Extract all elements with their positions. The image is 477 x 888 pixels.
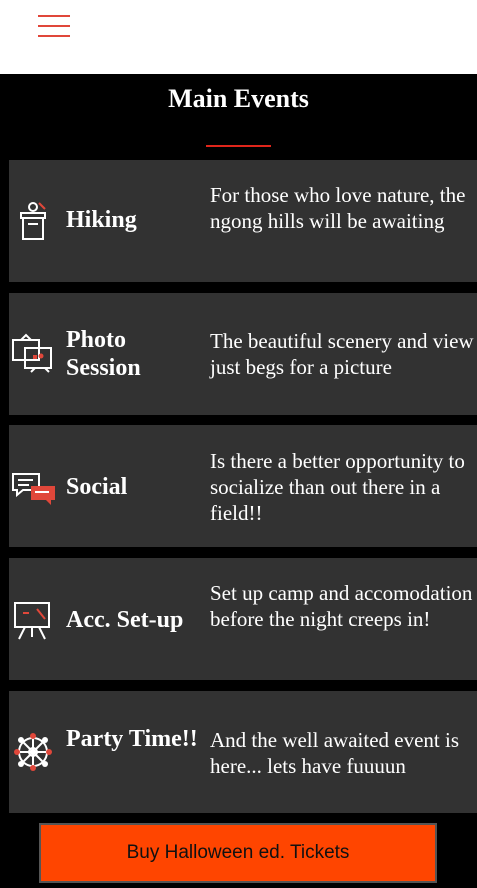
event-name: Acc. Set-up: [66, 607, 184, 633]
network-wheel-icon: [14, 733, 52, 771]
event-description: The beautiful scenery and view just begs…: [210, 329, 474, 379]
event-card-party-time: Party Time!! And the well awaited event …: [9, 691, 477, 813]
event-name: Social: [66, 474, 128, 500]
presentation-easel-icon: [14, 602, 50, 640]
event-name: Party Time!!: [66, 726, 198, 752]
event-name: Hiking: [66, 207, 137, 233]
section-title: Main Events: [168, 84, 309, 113]
event-name: Photo Session: [66, 327, 141, 381]
event-description: And the well awaited event is here... le…: [210, 728, 460, 778]
photo-frames-icon: [12, 333, 52, 373]
top-bar: [0, 0, 477, 74]
event-card-photo-session: Photo Session The beautiful scenery and …: [9, 293, 477, 415]
title-underline: [206, 145, 271, 147]
hamburger-menu-icon[interactable]: [38, 14, 70, 38]
lectern-icon: [20, 202, 46, 240]
event-description: For those who love nature, the ngong hil…: [210, 183, 466, 233]
event-description: Is there a better opportunity to sociali…: [210, 449, 465, 525]
event-description: Set up camp and accomodation before the …: [210, 581, 473, 631]
event-card-social: Social Is there a better opportunity to …: [9, 425, 477, 547]
buy-tickets-button[interactable]: Buy Halloween ed. Tickets: [39, 823, 437, 883]
event-card-hiking: Hiking For those who love nature, the ng…: [9, 160, 477, 282]
chat-bubbles-icon: [12, 473, 55, 505]
event-card-acc-setup: Acc. Set-up Set up camp and accomodation…: [9, 558, 477, 680]
